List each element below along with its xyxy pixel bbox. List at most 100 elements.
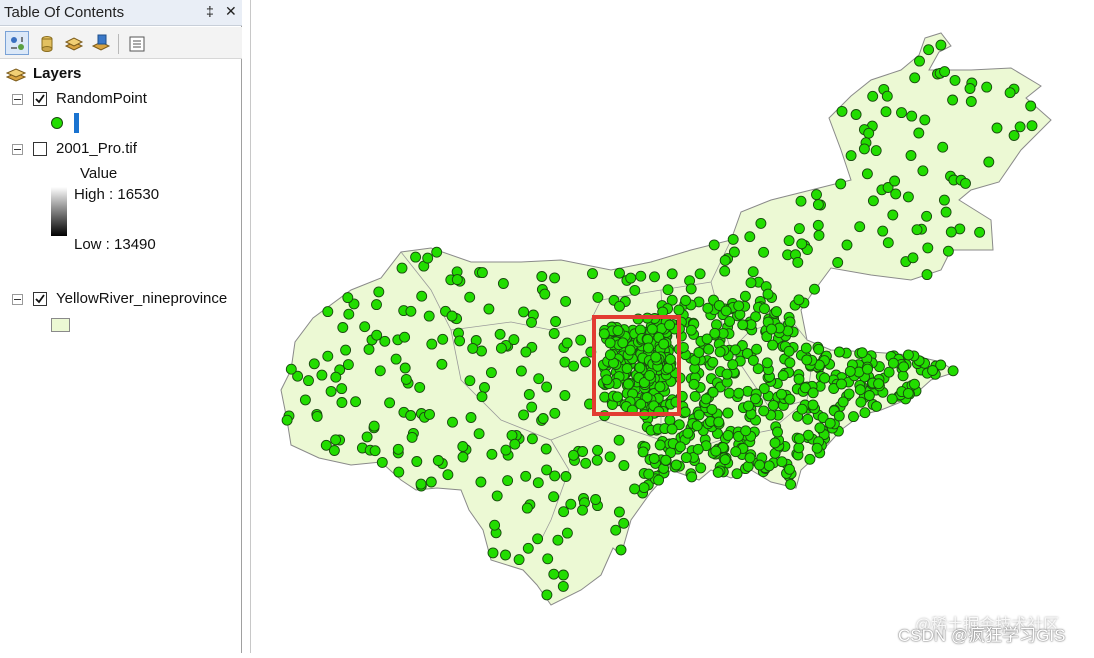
random-point xyxy=(536,271,548,282)
random-point xyxy=(613,506,625,518)
random-point xyxy=(552,534,564,546)
random-point xyxy=(802,429,814,441)
random-point xyxy=(590,494,602,505)
random-point xyxy=(392,443,404,455)
checkbox-randompoint[interactable] xyxy=(33,92,47,106)
random-point xyxy=(921,269,933,281)
random-point xyxy=(540,443,552,455)
random-point xyxy=(662,284,674,296)
options-button[interactable] xyxy=(124,31,148,55)
close-icon[interactable]: ✕ xyxy=(225,3,237,20)
random-point xyxy=(737,319,749,331)
random-point xyxy=(784,357,796,369)
random-point xyxy=(964,83,976,94)
random-point xyxy=(845,150,857,162)
random-point xyxy=(848,411,859,423)
random-point xyxy=(483,303,495,315)
random-point xyxy=(644,369,656,381)
collapse-2001-pro-tif[interactable] xyxy=(12,144,23,155)
random-point xyxy=(693,409,705,421)
random-point xyxy=(521,502,533,514)
random-point xyxy=(843,388,855,400)
random-point xyxy=(542,553,554,565)
list-by-source-button[interactable] xyxy=(34,31,58,55)
random-point xyxy=(881,90,893,102)
random-point xyxy=(719,254,731,266)
random-point xyxy=(747,354,759,366)
random-point xyxy=(692,443,704,455)
random-point xyxy=(548,491,560,503)
random-point xyxy=(867,195,879,207)
random-point xyxy=(758,405,770,417)
layer-name-yellowriver[interactable]: YellowRiver_nineprovince xyxy=(56,290,227,307)
random-point xyxy=(1014,121,1026,133)
list-by-visibility-button[interactable] xyxy=(61,31,85,55)
random-point xyxy=(902,387,914,399)
raster-high-label: High : 16530 xyxy=(74,186,160,203)
pin-icon[interactable]: ‡ xyxy=(206,3,214,19)
random-point xyxy=(896,107,907,119)
random-point xyxy=(557,580,569,592)
list-by-drawing-order-icon xyxy=(11,37,24,50)
random-point xyxy=(841,239,853,251)
list-by-drawing-order-button[interactable] xyxy=(5,31,29,55)
map-view[interactable] xyxy=(250,0,1094,653)
checkbox-2001-pro-tif[interactable] xyxy=(33,142,47,156)
random-point xyxy=(575,334,587,346)
random-point xyxy=(771,306,782,318)
random-point xyxy=(442,469,454,481)
checkbox-yellowriver[interactable] xyxy=(33,292,47,306)
random-point xyxy=(410,251,422,263)
random-point xyxy=(560,295,572,307)
random-point xyxy=(731,468,743,480)
random-point xyxy=(371,329,383,341)
random-point xyxy=(1025,100,1037,112)
random-point xyxy=(425,476,437,488)
random-point xyxy=(917,165,929,177)
random-point xyxy=(614,267,625,279)
random-point xyxy=(577,504,588,516)
random-point xyxy=(801,354,813,366)
random-point xyxy=(811,442,823,454)
random-point xyxy=(819,372,831,384)
layer-name-randompoint[interactable]: RandomPoint xyxy=(56,90,147,107)
random-point xyxy=(664,319,676,331)
layers-root-label[interactable]: Layers xyxy=(33,65,81,82)
random-point xyxy=(464,291,476,303)
random-point xyxy=(922,242,934,254)
random-point xyxy=(473,428,485,440)
checkmark-icon xyxy=(35,294,45,304)
map-canvas[interactable] xyxy=(251,0,1094,653)
collapse-randompoint[interactable] xyxy=(12,94,23,105)
random-point xyxy=(833,346,845,358)
random-point xyxy=(882,237,894,249)
random-point xyxy=(618,460,630,471)
collapse-yellowriver[interactable] xyxy=(12,294,23,305)
random-point xyxy=(710,445,722,457)
random-point xyxy=(769,437,781,449)
random-point xyxy=(399,331,411,343)
random-point xyxy=(793,373,805,385)
random-point xyxy=(807,387,819,399)
random-point xyxy=(637,446,649,458)
random-point xyxy=(405,305,417,317)
random-point xyxy=(719,265,731,277)
random-point xyxy=(861,168,873,180)
random-point xyxy=(722,407,734,419)
random-point xyxy=(447,416,458,428)
random-point xyxy=(561,337,573,349)
random-point xyxy=(396,262,408,274)
random-point xyxy=(854,384,866,396)
layer-name-2001-pro-tif[interactable]: 2001_Pro.tif xyxy=(56,140,137,157)
random-point xyxy=(793,442,805,454)
toc-title-bar[interactable]: Table Of Contents ‡ ✕ xyxy=(0,0,242,26)
random-point xyxy=(890,188,902,200)
list-by-selection-button[interactable] xyxy=(88,31,112,55)
random-point xyxy=(754,459,766,471)
random-point xyxy=(457,441,469,452)
random-point xyxy=(330,371,342,383)
random-point xyxy=(491,490,503,502)
random-point xyxy=(666,423,678,435)
random-point xyxy=(783,345,795,357)
random-point xyxy=(560,471,572,482)
